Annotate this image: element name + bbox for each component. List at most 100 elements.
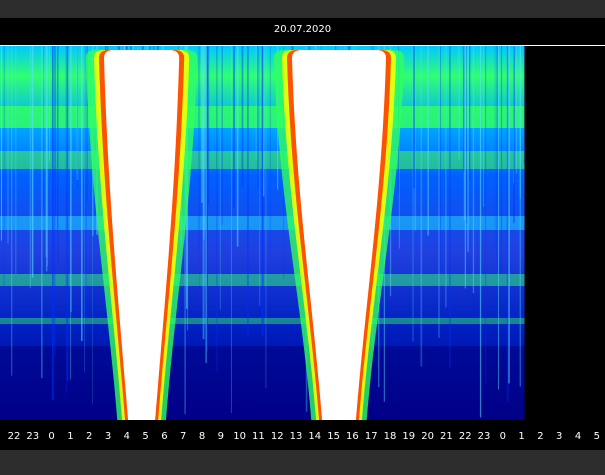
x-tick-label: 7 <box>180 431 186 442</box>
noise-streak <box>464 46 466 289</box>
noise-streak <box>46 46 48 272</box>
noise-streak <box>230 46 232 413</box>
x-tick-label: 5 <box>142 431 148 442</box>
noise-streak <box>86 46 87 322</box>
chart-date-title: 20.07.2020 <box>273 24 332 35</box>
noise-streak <box>458 46 460 159</box>
x-tick-label: 8 <box>199 431 205 442</box>
x-tick-label: 16 <box>346 431 359 442</box>
x-tick-label: 0 <box>48 431 54 442</box>
noise-streak <box>0 46 2 241</box>
x-tick-label: 22 <box>459 431 472 442</box>
noise-streak <box>472 46 475 294</box>
noise-streak <box>236 46 239 247</box>
noise-streak <box>221 46 223 225</box>
x-tick-label: 23 <box>478 431 491 442</box>
time-axis-svg: 22 23 0 1 2 3 4 5 6 7 8 9 10 11 12 13 14 15 16 17 18 19 20 21 22… <box>8 431 600 442</box>
noise-streak <box>413 46 416 189</box>
x-tick-label: 2 <box>86 431 92 442</box>
noise-streak <box>199 46 201 295</box>
noise-streak <box>265 46 267 389</box>
noise-streak <box>47 46 48 267</box>
x-tick-label: 10 <box>233 431 246 442</box>
noise-streak <box>445 46 447 308</box>
x-tick-label: 13 <box>290 431 303 442</box>
time-axis: 22 23 0 1 2 3 4 5 6 7 8 9 10 11 12 13 14 15 16 17 18 19 20 21 22… <box>0 420 605 450</box>
noise-streak <box>466 46 468 224</box>
noise-streak <box>51 46 54 401</box>
noise-streak <box>84 46 85 372</box>
x-tick-label: 20 <box>421 431 434 442</box>
noise-streak <box>3 46 5 312</box>
noise-streak <box>438 46 440 338</box>
noise-streak <box>43 46 45 207</box>
noise-streak <box>57 46 59 267</box>
noise-streak <box>469 46 471 181</box>
noise-streak <box>70 46 72 380</box>
noise-streak <box>233 46 235 208</box>
spectrogram-svg <box>0 46 605 420</box>
x-tick-label: 3 <box>556 431 562 442</box>
x-tick-label: 12 <box>271 431 284 442</box>
x-tick-label: 21 <box>440 431 453 442</box>
noise-streak <box>207 46 210 205</box>
noise-streak <box>467 46 469 252</box>
noise-streak <box>482 46 484 207</box>
noise-streak <box>241 46 244 187</box>
x-tick-label: 1 <box>67 431 73 442</box>
noise-streak <box>45 46 47 258</box>
x-tick-label: 6 <box>161 431 167 442</box>
noise-streak <box>216 46 218 373</box>
x-tick-label: 15 <box>327 431 340 442</box>
x-tick-label: 17 <box>365 431 378 442</box>
noise-streak <box>420 46 423 367</box>
noise-streak <box>262 46 265 197</box>
noise-streak <box>198 46 200 253</box>
noise-streak <box>523 46 525 165</box>
noise-streak <box>66 46 69 382</box>
noise-streak <box>247 46 249 336</box>
x-tick-label: 2 <box>537 431 543 442</box>
noise-streak <box>485 46 487 385</box>
x-tick-label: 14 <box>308 431 321 442</box>
x-tick-label: 1 <box>518 431 524 442</box>
bottom-frame <box>0 450 605 475</box>
x-tick-label: 0 <box>500 431 506 442</box>
x-tick-label: 22 <box>8 431 21 442</box>
noise-streak <box>494 46 496 251</box>
noise-streak <box>462 46 465 172</box>
x-tick-label: 3 <box>105 431 111 442</box>
noise-streak <box>203 46 205 240</box>
x-tick-label: 9 <box>218 431 224 442</box>
noise-streak <box>84 46 86 313</box>
no-data-region <box>524 46 605 420</box>
noise-streak <box>41 46 43 379</box>
noise-streak <box>449 46 451 368</box>
x-tick-label: 4 <box>575 431 581 442</box>
noise-streak <box>201 46 203 203</box>
noise-streak <box>479 46 482 418</box>
noise-streak <box>259 46 261 306</box>
noise-streak <box>7 46 9 244</box>
x-tick-label: 19 <box>402 431 415 442</box>
noise-streak <box>76 46 79 180</box>
noise-streak <box>506 46 509 402</box>
noise-streak <box>219 46 221 310</box>
noise-streak <box>501 46 503 273</box>
noise-streak <box>513 46 515 184</box>
noise-streak <box>49 46 50 162</box>
noise-streak <box>205 46 207 364</box>
noise-streak <box>439 46 442 274</box>
noise-streak <box>31 46 34 278</box>
spectrogram-area <box>0 46 605 420</box>
noise-streak <box>257 46 259 189</box>
x-tick-label: 5 <box>594 431 600 442</box>
noise-streak <box>81 46 83 341</box>
noise-streak <box>29 46 31 289</box>
low-intensity-region <box>0 346 525 420</box>
noise-streak <box>496 46 498 267</box>
x-tick-label: 23 <box>26 431 39 442</box>
x-tick-label: 18 <box>384 431 397 442</box>
noise-streak <box>519 46 522 199</box>
noise-streak <box>15 46 17 275</box>
